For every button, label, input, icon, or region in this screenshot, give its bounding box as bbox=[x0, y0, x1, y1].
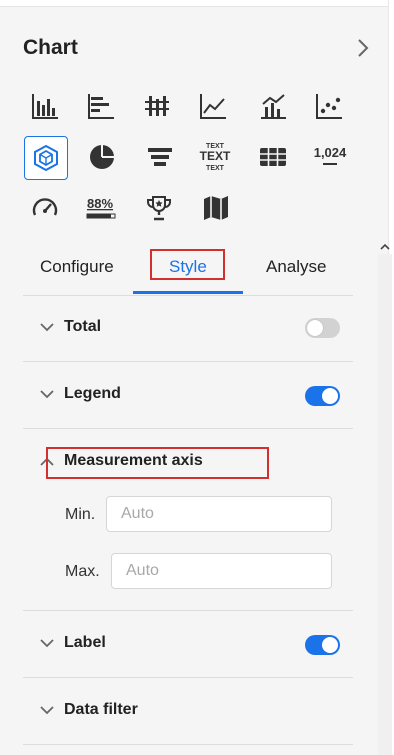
kpi-number-icon[interactable]: 1,024 bbox=[309, 136, 351, 176]
chevron-down-icon[interactable] bbox=[39, 705, 55, 715]
svg-text:TEXT: TEXT bbox=[200, 149, 231, 163]
progress-icon[interactable]: 88% bbox=[80, 188, 122, 228]
toggle-knob bbox=[307, 320, 323, 336]
max-input[interactable] bbox=[112, 554, 331, 588]
max-label: Max. bbox=[65, 563, 100, 580]
min-label: Min. bbox=[65, 506, 96, 523]
min-input[interactable] bbox=[107, 497, 331, 531]
tab-analyse[interactable]: Analyse bbox=[266, 257, 326, 277]
tab-configure[interactable]: Configure bbox=[40, 257, 114, 277]
map-icon[interactable] bbox=[196, 188, 236, 228]
scatter-chart-icon[interactable] bbox=[309, 86, 349, 126]
chevron-down-icon[interactable] bbox=[39, 638, 55, 648]
section-label-label: Label bbox=[64, 634, 106, 651]
top-strip bbox=[0, 0, 394, 7]
active-tab-indicator bbox=[133, 291, 243, 294]
divider bbox=[23, 361, 353, 362]
cube-chart-icon[interactable] bbox=[24, 136, 68, 180]
bar-chart-icon[interactable] bbox=[25, 86, 65, 126]
style-tab-highlight-box bbox=[150, 249, 225, 280]
pie-chart-icon[interactable] bbox=[82, 137, 122, 177]
divider bbox=[23, 744, 353, 745]
chevron-right-icon bbox=[358, 39, 369, 57]
word-cloud-icon[interactable]: TEXT TEXT TEXT bbox=[195, 136, 235, 176]
divider bbox=[23, 677, 353, 678]
legend-toggle[interactable] bbox=[305, 386, 340, 406]
total-toggle[interactable] bbox=[305, 318, 340, 338]
min-field-wrapper bbox=[106, 496, 332, 532]
panel-title: Chart bbox=[23, 36, 78, 59]
funnel-chart-icon[interactable] bbox=[140, 137, 180, 177]
svg-text:1,024: 1,024 bbox=[314, 145, 347, 160]
section-legend-label: Legend bbox=[64, 385, 121, 402]
scrollbar-track[interactable] bbox=[378, 254, 392, 755]
divider bbox=[23, 610, 353, 611]
scroll-up-icon[interactable] bbox=[379, 240, 391, 254]
trophy-icon[interactable] bbox=[139, 188, 179, 228]
max-field-wrapper bbox=[111, 553, 332, 589]
collapse-panel-button[interactable] bbox=[352, 36, 374, 60]
section-total-label: Total bbox=[64, 318, 102, 335]
chevron-down-icon[interactable] bbox=[39, 389, 55, 399]
horizontal-bar-chart-icon[interactable] bbox=[81, 86, 121, 126]
combo-chart-icon[interactable] bbox=[253, 86, 293, 126]
toggle-knob bbox=[322, 637, 338, 653]
line-chart-icon[interactable] bbox=[193, 86, 233, 126]
toggle-knob bbox=[322, 388, 338, 404]
label-toggle[interactable] bbox=[305, 635, 340, 655]
section-data-filter-label: Data filter bbox=[64, 701, 138, 718]
divider bbox=[23, 428, 353, 429]
svg-text:88%: 88% bbox=[87, 196, 113, 211]
table-icon[interactable] bbox=[253, 137, 293, 177]
measurement-axis-highlight-box bbox=[46, 447, 269, 479]
chevron-down-icon[interactable] bbox=[39, 322, 55, 332]
gauge-icon[interactable] bbox=[25, 188, 65, 228]
stacked-bar-chart-icon[interactable] bbox=[137, 86, 177, 126]
svg-text:TEXT: TEXT bbox=[206, 165, 225, 172]
